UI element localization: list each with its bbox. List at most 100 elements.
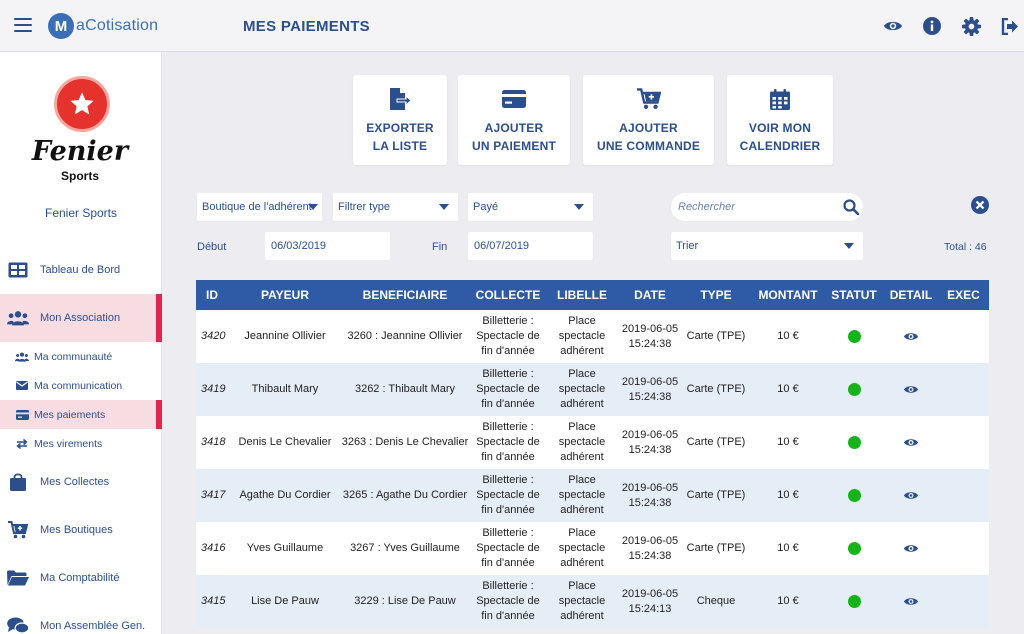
cell-collecte: Billetterie : Spectacle de fin d'année (476, 580, 540, 622)
eye-icon[interactable] (884, 469, 938, 522)
table-row[interactable]: 3420 Jeannine Ollivier 3260 : Jeannine O… (196, 310, 989, 363)
cell-montant: 10 € (777, 436, 799, 448)
cell-type: Carte (TPE) (686, 330, 746, 342)
table-row[interactable]: 3419 Thibault Mary 3262 : Thibault Mary … (196, 363, 989, 416)
cell-libelle: Place spectacle adhérent (558, 421, 606, 463)
table-header: ID PAYEUR BENEFICIAIRE COLLECTE LIBELLE … (196, 280, 989, 310)
sidebar-item-mon-association[interactable]: Mon Association (0, 294, 162, 342)
cell-collecte: Billetterie : Spectacle de fin d'année (476, 474, 540, 516)
column-header-date[interactable]: DATE (620, 280, 680, 310)
column-header-payeur[interactable]: PAYEUR (232, 280, 338, 310)
column-header-id[interactable]: ID (196, 280, 232, 310)
cell-type: Carte (TPE) (686, 436, 746, 448)
clear-filters-icon[interactable] (971, 196, 989, 214)
file-export-icon (388, 87, 412, 111)
sort-select[interactable]: Trier (671, 232, 863, 260)
eye-icon[interactable] (884, 310, 938, 363)
sidebar-item-mes-boutiques[interactable]: Mes Boutiques (0, 506, 162, 554)
type-filter-value: Filtrer type (338, 201, 390, 213)
cell-payeur: Agathe Du Cordier (239, 489, 331, 501)
sidebar-item-label: Mes virements (34, 437, 103, 450)
add-payment-button[interactable]: AJOUTER UN PAIEMENT (458, 75, 570, 165)
sidebar-item-mes-collectes[interactable]: Mes Collectes (0, 458, 162, 506)
calendar-label-line2: CALENDRIER (739, 139, 821, 153)
status-dot (824, 416, 884, 469)
sidebar-item-ma-comptabilite[interactable]: Ma Comptabilité (0, 554, 162, 602)
status-filter-select[interactable]: Payé (468, 193, 593, 221)
column-header-exec[interactable]: EXEC (938, 280, 989, 310)
column-header-beneficiaire[interactable]: BENEFICIAIRE (338, 280, 472, 310)
sidebar-item-label: Mon Assemblée Gen. (40, 620, 146, 632)
column-header-libelle[interactable]: LIBELLE (544, 280, 620, 310)
type-filter-select[interactable]: Filtrer type (333, 193, 458, 221)
cell-payeur: Yves Guillaume (246, 542, 324, 554)
table-row[interactable]: 3418 Denis Le Chevalier 3263 : Denis Le … (196, 416, 989, 469)
column-header-type[interactable]: TYPE (680, 280, 752, 310)
end-date-input[interactable]: 06/07/2019 (468, 232, 593, 260)
status-dot (824, 575, 884, 628)
table-row[interactable]: 3416 Yves Guillaume 3267 : Yves Guillaum… (196, 522, 989, 575)
boutique-select[interactable]: Boutique de l'adhérent (197, 193, 322, 221)
chat-icon (7, 617, 29, 634)
users-icon (15, 351, 29, 363)
payments-table: ID PAYEUR BENEFICIAIRE COLLECTE LIBELLE … (196, 280, 989, 634)
view-calendar-button[interactable]: VOIR MON CALENDRIER (727, 75, 833, 165)
column-header-statut[interactable]: STATUT (824, 280, 884, 310)
table-row[interactable]: 3415 Lise De Pauw 3229 : Lise De Pauw Bi… (196, 575, 989, 628)
search-input[interactable]: Rechercher (671, 193, 863, 221)
column-header-detail[interactable]: DETAIL (884, 280, 938, 310)
start-date-input[interactable]: 06/03/2019 (265, 232, 390, 260)
table-row[interactable]: 3417 Agathe Du Cordier 3265 : Agathe Du … (196, 469, 989, 522)
eye-icon[interactable] (884, 416, 938, 469)
cell-libelle: Place spectacle adhérent (558, 474, 606, 516)
shopping-bag-icon (7, 473, 29, 491)
column-header-collecte[interactable]: COLLECTE (472, 280, 544, 310)
end-date-value: 06/07/2019 (474, 240, 530, 252)
sidebar-item-ma-communaute[interactable]: Ma communauté (0, 342, 162, 371)
gear-icon[interactable] (961, 16, 981, 36)
sidebar-item-mes-paiements[interactable]: Mes paiements (0, 400, 162, 429)
cart-plus-icon (636, 87, 661, 111)
export-label-line2: LA LISTE (372, 139, 428, 153)
star-icon (54, 76, 110, 132)
column-header-montant[interactable]: MONTANT (752, 280, 824, 310)
cell-type: Cheque (696, 595, 736, 607)
status-dot (824, 363, 884, 416)
total-count: Total : 46 (944, 241, 987, 253)
status-dot (824, 522, 884, 575)
chevron-down-icon (439, 204, 449, 210)
info-icon[interactable] (922, 16, 942, 36)
eye-icon[interactable] (884, 522, 938, 575)
sidebar-item-tableau-de-bord[interactable]: Tableau de Bord (0, 246, 162, 294)
cell-date: 2019-06-05 15:24:38 (621, 428, 679, 456)
sidebar-item-ma-communication[interactable]: Ma communication (0, 371, 162, 400)
add-order-label-line1: AJOUTER (619, 121, 678, 135)
cell-id: 3418 (201, 436, 226, 448)
add-order-button[interactable]: AJOUTER UNE COMMANDE (583, 75, 714, 165)
cell-date: 2019-06-05 15:24:38 (621, 375, 679, 403)
cell-exec (938, 575, 989, 628)
end-date-label: Fin (432, 241, 448, 253)
search-icon[interactable] (843, 199, 860, 218)
eye-icon[interactable] (884, 575, 938, 628)
start-date-label: Début (197, 241, 227, 253)
sidebar-item-label: Mon Association (40, 312, 121, 324)
transfer-icon (15, 438, 29, 450)
status-filter-value: Payé (473, 201, 499, 213)
add-order-label-line2: UNE COMMANDE (596, 139, 701, 153)
logout-icon[interactable] (1000, 16, 1020, 36)
eye-icon[interactable] (883, 16, 903, 36)
cell-montant: 10 € (777, 383, 799, 395)
export-list-button[interactable]: EXPORTER LA LISTE (353, 75, 447, 165)
cell-beneficiaire: 3265 : Agathe Du Cordier (342, 489, 468, 501)
menu-icon[interactable] (14, 18, 32, 32)
app-logo[interactable]: M aCotisation (48, 12, 158, 40)
eye-icon[interactable] (884, 363, 938, 416)
cell-montant: 10 € (777, 595, 799, 607)
cell-id: 3420 (201, 330, 226, 342)
sidebar-item-mon-assemblee-gen[interactable]: Mon Assemblée Gen. (0, 602, 162, 634)
sidebar: Fenier Sports Fenier Sports Tableau de B… (0, 52, 162, 634)
sidebar-item-mes-virements[interactable]: Mes virements (0, 429, 162, 458)
header-actions (883, 16, 1024, 36)
cell-exec (938, 416, 989, 469)
